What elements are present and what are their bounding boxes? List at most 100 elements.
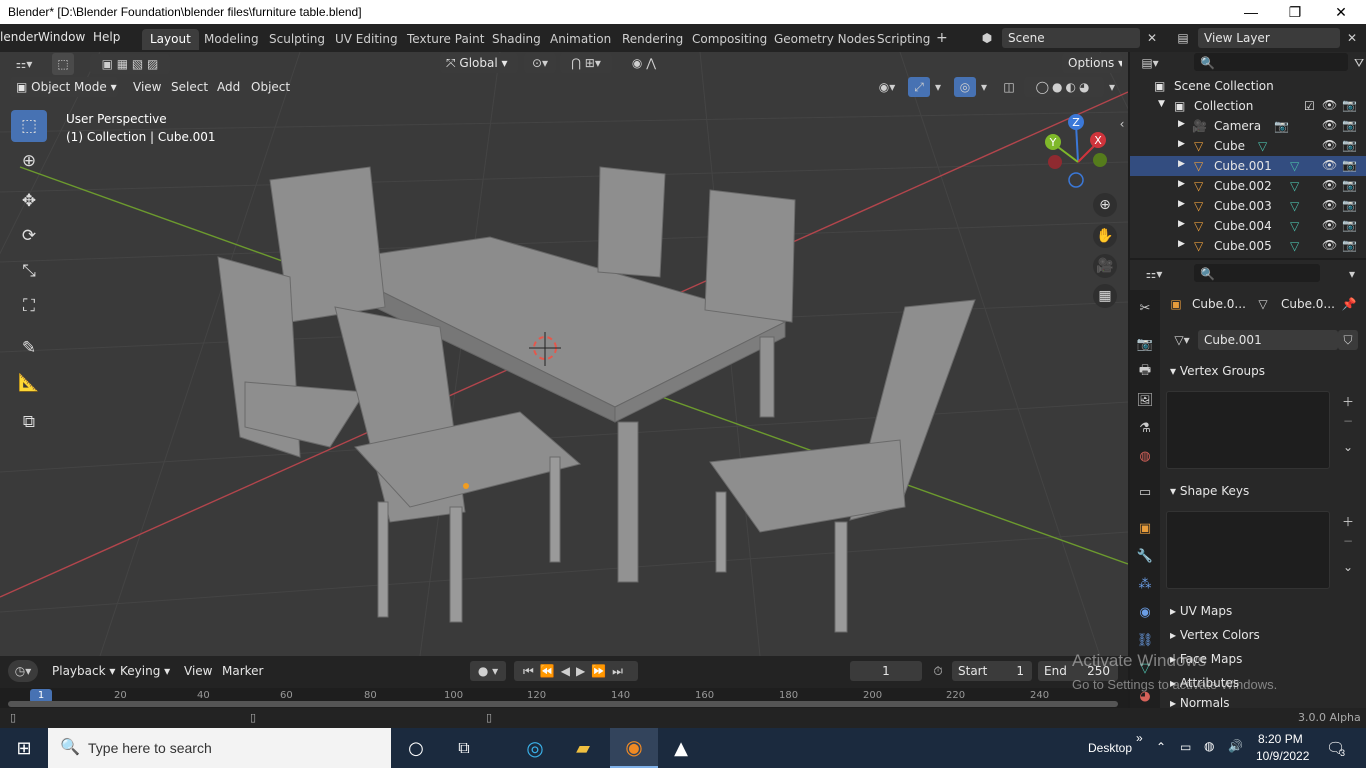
annotate-tool-icon[interactable]: ✎ xyxy=(11,332,47,364)
menu-help[interactable]: Help xyxy=(93,30,120,44)
expand-arrow-icon[interactable]: ▶ xyxy=(1178,139,1185,149)
timeline-ruler[interactable]: 1 20 40 60 80 100 120 140 160 180 200 22… xyxy=(0,688,1128,708)
tab-layout[interactable]: Layout xyxy=(142,29,199,50)
outliner-collection[interactable]: ▼ ▣ Collection ☑ 👁 📷 xyxy=(1130,96,1366,116)
expand-arrow-icon[interactable]: ▶ xyxy=(1178,119,1185,129)
select-box-icon[interactable]: ⬚ xyxy=(52,53,74,75)
render-camera-icon[interactable]: 📷 xyxy=(1342,98,1357,112)
expand-arrow-icon[interactable]: ▼ xyxy=(1158,99,1165,109)
task-view-icon[interactable]: ⧉ xyxy=(450,736,478,760)
auto-keying-icon[interactable]: ● ▾ xyxy=(470,661,506,681)
perspective-toggle-icon[interactable]: ▦ xyxy=(1093,284,1117,308)
render-camera-icon[interactable]: 📷 xyxy=(1342,218,1357,232)
menu-select[interactable]: Select xyxy=(171,80,208,94)
expand-arrow-icon[interactable]: ▶ xyxy=(1178,239,1185,249)
checkbox-icon[interactable]: ☑ xyxy=(1304,99,1315,113)
add-cube-tool-icon[interactable]: ⧉ xyxy=(11,406,47,438)
panel-shape-keys[interactable]: ▾ Shape Keys xyxy=(1164,481,1362,503)
shading-dropdown-icon[interactable]: ▾ xyxy=(1104,77,1120,97)
render-camera-icon[interactable]: 📷 xyxy=(1342,178,1357,192)
menu-playback[interactable]: Playback ▾ xyxy=(52,664,115,678)
current-frame-field[interactable]: 1 xyxy=(850,661,922,681)
scene-icon[interactable]: ⬢ xyxy=(974,28,1000,48)
taskbar-search[interactable]: 🔍 Type here to search xyxy=(48,728,391,768)
pivot-point-icon[interactable]: ⊙▾ xyxy=(524,53,556,73)
menu-window[interactable]: Window xyxy=(38,30,85,44)
desktop-label[interactable]: Desktop xyxy=(1088,741,1132,755)
clock-date[interactable]: 10/9/2022 xyxy=(1256,749,1309,763)
eye-icon[interactable]: 👁 xyxy=(1322,118,1337,132)
eye-icon[interactable]: 👁 xyxy=(1322,198,1337,212)
tab-sculpting[interactable]: Sculpting xyxy=(261,29,333,50)
outliner-item-camera[interactable]: ▶ 🎥 Camera 📷 👁 📷 xyxy=(1130,116,1366,136)
menu-marker[interactable]: Marker xyxy=(222,664,263,678)
expand-arrow-icon[interactable]: ▶ xyxy=(1178,219,1185,229)
sidebar-toggle-icon[interactable]: ‹ xyxy=(1116,116,1128,132)
tool-tab-icon[interactable]: ✂ xyxy=(1135,298,1155,318)
shape-key-specials-icon[interactable]: ⌄ xyxy=(1338,558,1358,576)
mesh-browse-icon[interactable]: ▽▾ xyxy=(1168,330,1196,350)
start-frame-field[interactable]: Start 1 xyxy=(952,661,1032,681)
expand-arrow-icon[interactable]: ▶ xyxy=(1178,179,1185,189)
view-layer-tab-icon[interactable]: 🖼 xyxy=(1135,390,1155,410)
clock-time[interactable]: 8:20 PM xyxy=(1258,732,1303,746)
blender-taskbar-icon[interactable]: ◉ xyxy=(610,728,658,768)
panel-normals[interactable]: ▸ Normals xyxy=(1164,696,1362,708)
eye-icon[interactable]: 👁 xyxy=(1322,238,1337,252)
tab-compositing[interactable]: Compositing xyxy=(684,29,775,50)
tab-geometry-nodes[interactable]: Geometry Nodes xyxy=(766,29,883,50)
maximize-button[interactable]: ❐ xyxy=(1272,2,1318,22)
menu-timeline-view[interactable]: View xyxy=(184,664,212,678)
editor-type-icon[interactable]: ⚏▾ xyxy=(10,54,38,74)
outliner-item-cube-003[interactable]: ▶ ▽ Cube.003 ▽ 👁 📷 xyxy=(1130,196,1366,216)
cortana-icon[interactable]: ○ xyxy=(402,736,430,760)
view-layer-field[interactable]: View Layer xyxy=(1198,28,1340,48)
move-tool-icon[interactable]: ✥ xyxy=(11,185,47,217)
menu-keying[interactable]: Keying ▾ xyxy=(120,664,170,678)
overlay-dropdown-icon[interactable]: ▾ xyxy=(976,77,992,97)
vertex-groups-list[interactable] xyxy=(1166,391,1330,469)
view-layer-icon[interactable]: ▤ xyxy=(1170,28,1196,48)
render-camera-icon[interactable]: 📷 xyxy=(1342,198,1357,212)
add-vertex-group-icon[interactable]: ＋ xyxy=(1338,392,1358,410)
zoom-icon[interactable]: ⊕ xyxy=(1093,193,1117,217)
gizmo-dropdown-icon[interactable]: ▾ xyxy=(930,77,946,97)
visibility-icon[interactable]: ◉▾ xyxy=(872,77,902,97)
render-camera-icon[interactable]: 📷 xyxy=(1342,238,1357,252)
timeline-scrollbar[interactable] xyxy=(8,701,1118,707)
panel-vertex-colors[interactable]: ▸ Vertex Colors xyxy=(1164,625,1362,647)
minimize-button[interactable]: — xyxy=(1228,2,1274,22)
remove-shape-key-icon[interactable]: − xyxy=(1338,532,1358,550)
fake-user-shield-icon[interactable]: ⛉ xyxy=(1338,330,1358,350)
outliner-scene-collection[interactable]: ▣ Scene Collection xyxy=(1130,76,1366,96)
shading-mode-icons[interactable]: ◯●◐◕ xyxy=(1024,77,1104,97)
mode-dropdown[interactable]: ▣ Object Mode ▾ xyxy=(10,77,118,97)
outliner-search-input[interactable]: 🔍 xyxy=(1194,53,1348,71)
remove-scene-icon[interactable]: ✕ xyxy=(1142,28,1162,48)
properties-editor-type-icon[interactable]: ⚏▾ xyxy=(1138,264,1170,284)
eye-icon[interactable]: 👁 xyxy=(1322,218,1337,232)
battery-icon[interactable]: ▭ xyxy=(1180,740,1191,754)
gizmo-icon[interactable]: ⤢ xyxy=(908,77,930,97)
expand-arrow-icon[interactable]: ▶ xyxy=(1178,199,1185,209)
pan-hand-icon[interactable]: ✋ xyxy=(1093,224,1117,248)
render-camera-icon[interactable]: 📷 xyxy=(1342,158,1357,172)
output-tab-icon[interactable]: 🖶 xyxy=(1135,362,1155,382)
outliner-editor-type-icon[interactable]: ▤▾ xyxy=(1136,54,1164,72)
measure-tool-icon[interactable]: 📐 xyxy=(11,367,47,399)
remove-vertex-group-icon[interactable]: − xyxy=(1338,412,1358,430)
cursor-tool-icon[interactable]: ⊕ xyxy=(11,145,47,177)
menu-add[interactable]: Add xyxy=(217,80,240,94)
file-explorer-icon[interactable]: ▰ xyxy=(568,734,598,762)
shape-keys-list[interactable] xyxy=(1166,511,1330,589)
eye-icon[interactable]: 👁 xyxy=(1322,158,1337,172)
panel-uv-maps[interactable]: ▸ UV Maps xyxy=(1164,601,1362,623)
rotate-tool-icon[interactable]: ⟳ xyxy=(11,220,47,252)
expand-arrow-icon[interactable]: ▶ xyxy=(1178,159,1185,169)
transform-tool-icon[interactable]: ⛶ xyxy=(11,290,47,322)
eye-icon[interactable]: 👁 xyxy=(1322,138,1337,152)
tab-rendering[interactable]: Rendering xyxy=(614,29,691,50)
menu-object[interactable]: Object xyxy=(251,80,290,94)
globe-network-icon[interactable]: ◍ xyxy=(1204,739,1214,753)
scale-tool-icon[interactable]: ⤡ xyxy=(11,255,47,287)
